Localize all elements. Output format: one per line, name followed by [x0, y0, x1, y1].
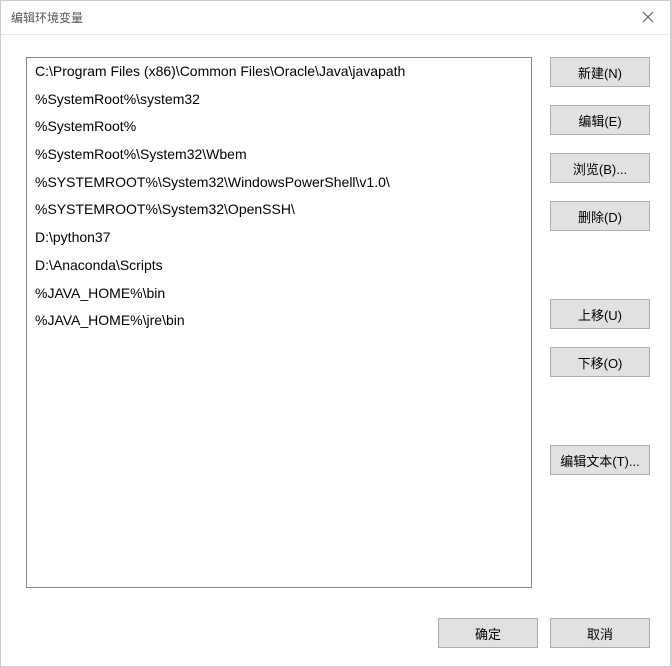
- list-item[interactable]: %SYSTEMROOT%\System32\WindowsPowerShell\…: [27, 169, 531, 197]
- spacer: [550, 249, 650, 281]
- list-item[interactable]: %SystemRoot%\system32: [27, 86, 531, 114]
- dialog-footer: 确定 取消: [1, 606, 670, 666]
- move-up-button[interactable]: 上移(U): [550, 299, 650, 329]
- new-button[interactable]: 新建(N): [550, 57, 650, 87]
- move-down-button[interactable]: 下移(O): [550, 347, 650, 377]
- list-item[interactable]: %SystemRoot%: [27, 113, 531, 141]
- titlebar: 编辑环境变量: [1, 1, 670, 35]
- list-item[interactable]: %JAVA_HOME%\jre\bin: [27, 307, 531, 335]
- edit-button[interactable]: 编辑(E): [550, 105, 650, 135]
- path-listbox[interactable]: C:\Program Files (x86)\Common Files\Orac…: [26, 57, 532, 588]
- cancel-button[interactable]: 取消: [550, 618, 650, 648]
- dialog-title: 编辑环境变量: [11, 9, 83, 26]
- list-item[interactable]: %JAVA_HOME%\bin: [27, 280, 531, 308]
- ok-button[interactable]: 确定: [438, 618, 538, 648]
- dialog-content: C:\Program Files (x86)\Common Files\Orac…: [1, 35, 670, 606]
- list-item[interactable]: %SystemRoot%\System32\Wbem: [27, 141, 531, 169]
- spacer: [550, 395, 650, 427]
- list-item[interactable]: D:\Anaconda\Scripts: [27, 252, 531, 280]
- button-column: 新建(N) 编辑(E) 浏览(B)... 删除(D) 上移(U) 下移(O) 编…: [550, 57, 650, 596]
- env-var-dialog: 编辑环境变量 C:\Program Files (x86)\Common Fil…: [0, 0, 671, 667]
- list-item[interactable]: C:\Program Files (x86)\Common Files\Orac…: [27, 58, 531, 86]
- delete-button[interactable]: 删除(D): [550, 201, 650, 231]
- list-item[interactable]: %SYSTEMROOT%\System32\OpenSSH\: [27, 196, 531, 224]
- edit-text-button[interactable]: 编辑文本(T)...: [550, 445, 650, 475]
- close-icon: [642, 11, 654, 23]
- list-item[interactable]: D:\python37: [27, 224, 531, 252]
- close-button[interactable]: [634, 5, 662, 29]
- browse-button[interactable]: 浏览(B)...: [550, 153, 650, 183]
